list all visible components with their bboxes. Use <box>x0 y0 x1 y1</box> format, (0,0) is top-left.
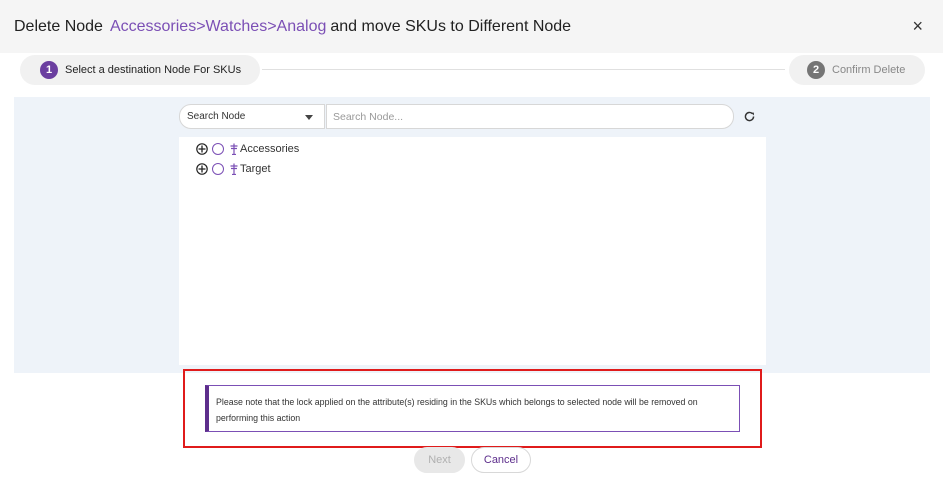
step-number: 2 <box>807 61 825 79</box>
expand-icon[interactable] <box>196 143 208 155</box>
refresh-icon[interactable] <box>743 110 756 123</box>
tree-item[interactable]: Target <box>196 162 271 176</box>
node-path: Accessories>Watches>Analog <box>109 17 327 35</box>
dialog-title-suffix: and move SKUs to Different Node <box>330 17 572 35</box>
step-confirm-delete: 2 Confirm Delete <box>789 55 925 85</box>
node-hierarchy-icon <box>230 143 238 155</box>
stepper: 1 Select a destination Node For SKUs 2 C… <box>0 53 943 87</box>
tree-item[interactable]: Accessories <box>196 142 299 156</box>
next-button[interactable]: Next <box>414 447 465 473</box>
select-radio[interactable] <box>212 143 224 155</box>
expand-icon[interactable] <box>196 163 208 175</box>
node-hierarchy-icon <box>230 163 238 175</box>
chevron-down-icon <box>305 115 313 120</box>
close-icon[interactable]: × <box>912 17 923 35</box>
tree-item-label: Target <box>240 163 271 175</box>
search-input[interactable] <box>326 104 734 129</box>
lock-removal-note: Please note that the lock applied on the… <box>205 385 740 432</box>
search-type-value: Search Node <box>187 111 246 122</box>
step-label: Select a destination Node For SKUs <box>65 64 242 76</box>
stepper-line <box>262 69 785 70</box>
step-select-destination: 1 Select a destination Node For SKUs <box>20 55 260 85</box>
tree-item-label: Accessories <box>240 143 300 155</box>
node-tree: Accessories Target <box>179 137 766 365</box>
select-radio[interactable] <box>212 163 224 175</box>
search-type-select[interactable]: Search Node <box>179 104 325 129</box>
step-number: 1 <box>40 61 58 79</box>
step-label: Confirm Delete <box>832 64 906 76</box>
search-row: Search Node <box>179 104 769 129</box>
dialog-title: Delete Node <box>14 17 103 35</box>
dialog-header: Delete Node Accessories>Watches>Analog a… <box>0 0 943 53</box>
cancel-button[interactable]: Cancel <box>471 447 531 473</box>
